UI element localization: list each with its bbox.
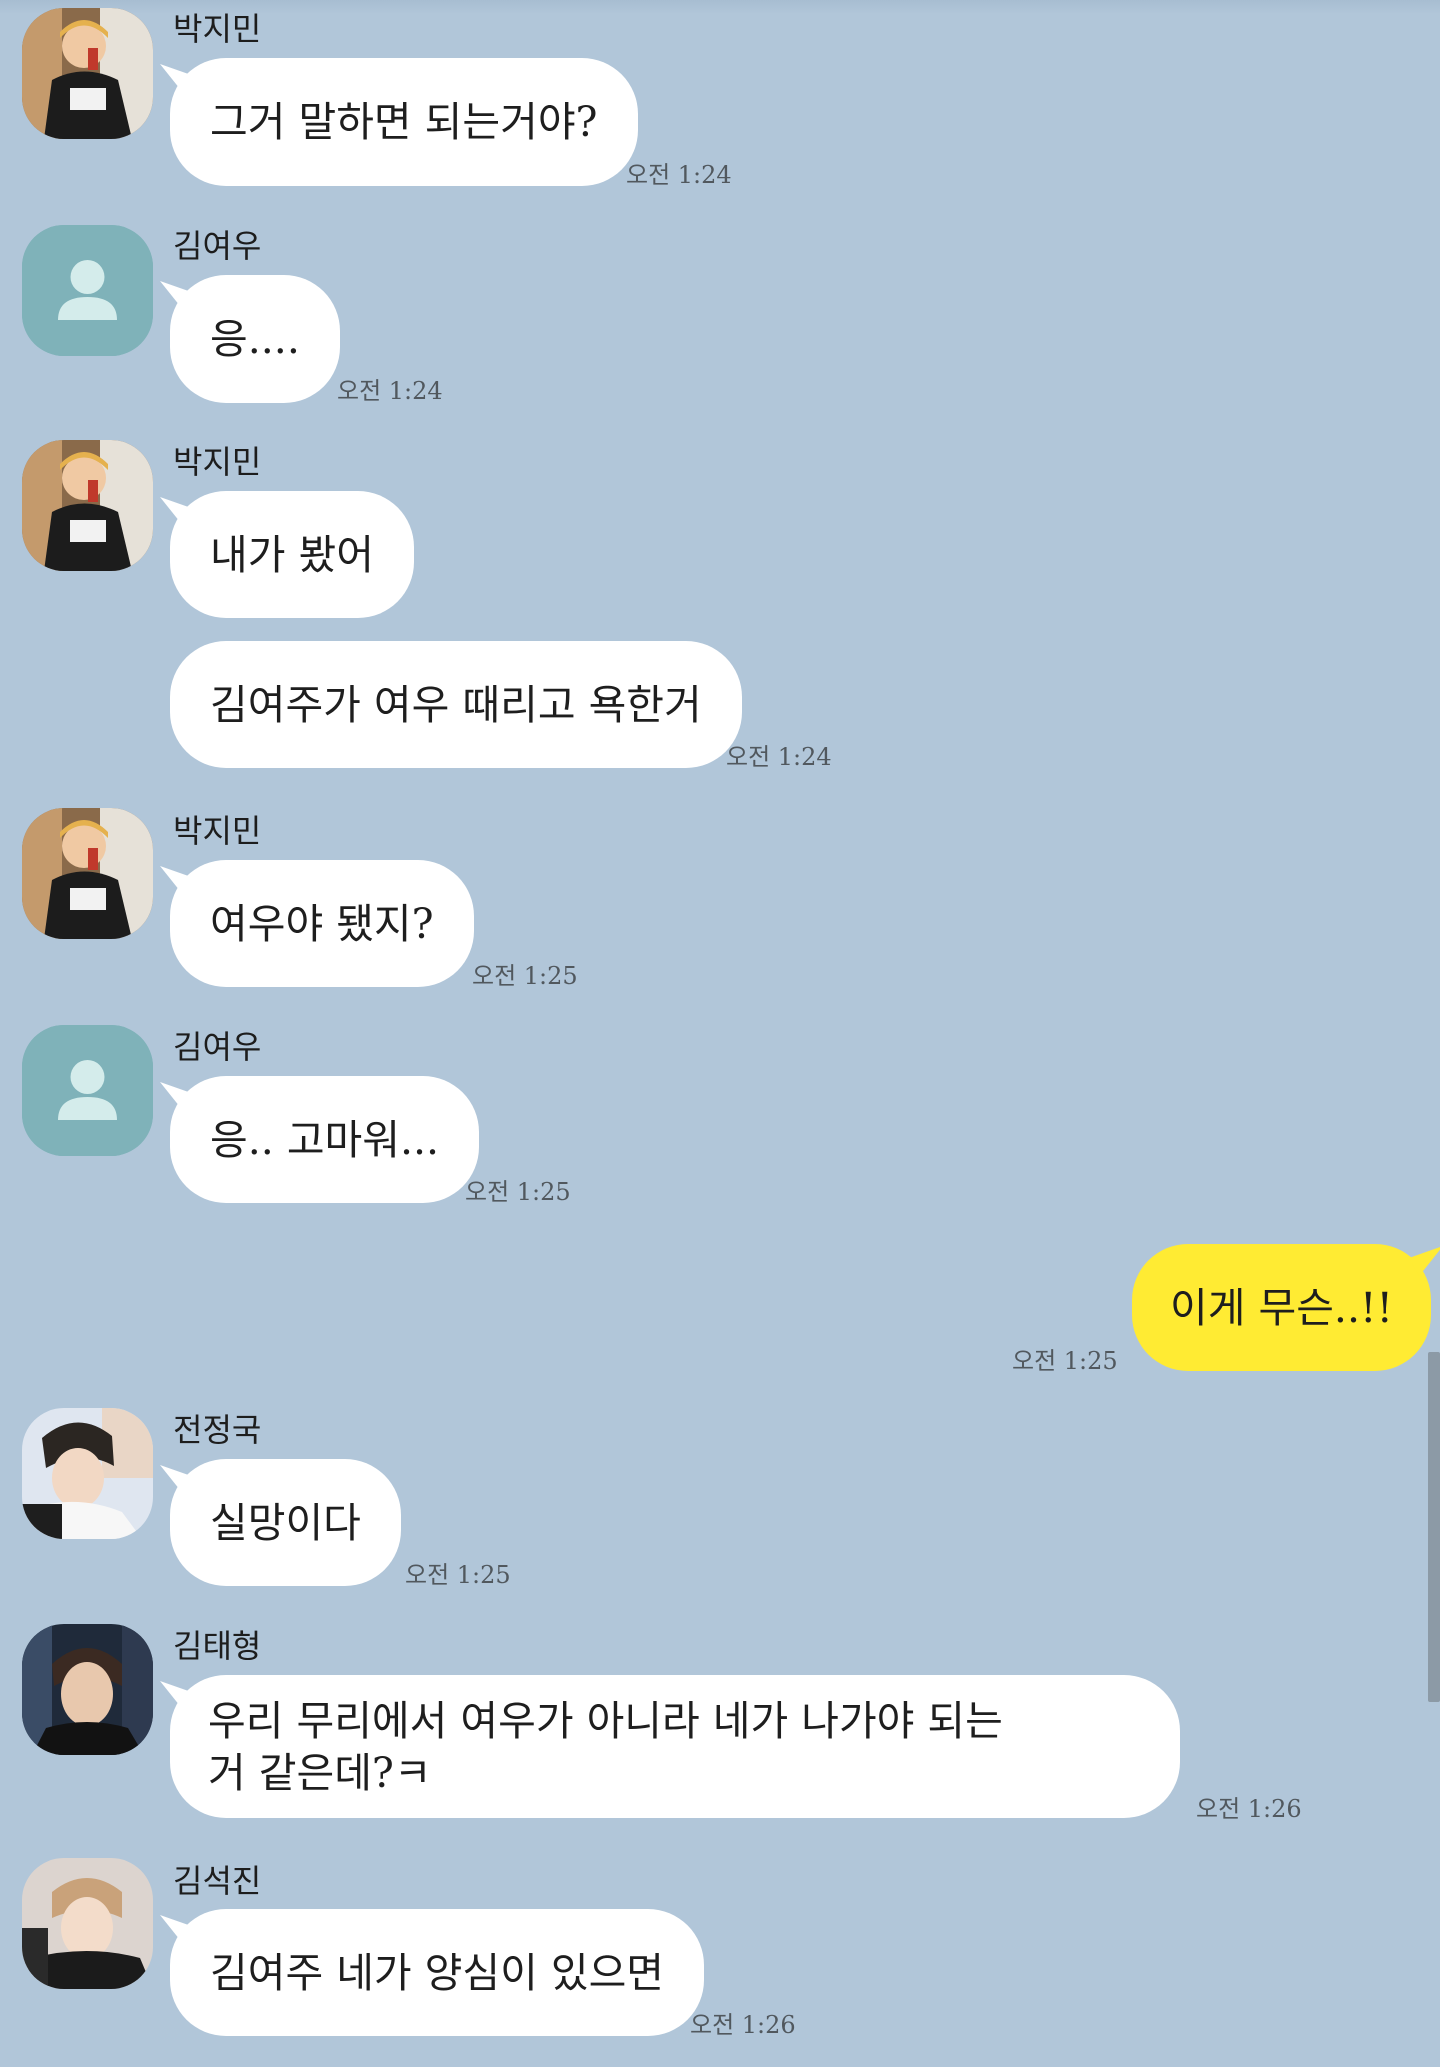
default-person-icon [22,225,153,356]
jimin-avatar[interactable] [22,440,153,571]
jimin-avatar[interactable] [22,8,153,139]
message-text: 내가 봤어 [210,530,374,579]
my-message-bubble[interactable]: 이게 무슨..!! [1132,1244,1431,1371]
message-time: 오전 1:25 [1012,1347,1118,1375]
message-time: 오전 1:25 [465,1178,571,1206]
message-text: 여우야 됐지? [210,899,434,948]
taehyung-photo-avatar-icon [22,1624,153,1755]
message-bubble[interactable]: 여우야 됐지? [170,860,474,987]
message-text: 김여주 네가 양심이 있으면 [210,1948,665,1997]
message-time: 오전 1:25 [405,1561,511,1589]
seokjin-avatar[interactable] [22,1858,153,1989]
jimin-photo-avatar-icon [22,808,153,939]
message-time: 오전 1:26 [690,2011,796,2039]
jungkook-photo-avatar-icon [22,1408,153,1539]
message-bubble[interactable]: 김여주 네가 양심이 있으면 [170,1909,705,2036]
scrollbar[interactable] [1428,1352,1440,1702]
chat-room[interactable]: 박지민 그거 말하면 되는거야? 오전 1:24 김여우 응.... 오전 1:… [0,0,1440,2067]
kimyeowoo-avatar[interactable] [22,225,153,356]
jimin-avatar[interactable] [22,808,153,939]
message-time: 오전 1:25 [472,962,578,990]
message-bubble[interactable]: 응.... [170,275,340,403]
sender-name: 김여우 [173,1028,262,1066]
sender-name: 박지민 [173,443,262,481]
message-time: 오전 1:24 [726,743,832,771]
kimyeowoo-avatar[interactable] [22,1025,153,1156]
default-person-icon [22,1025,153,1156]
message-bubble[interactable]: 내가 봤어 [170,491,414,618]
sender-name: 김석진 [173,1862,262,1900]
message-time: 오전 1:24 [337,377,443,405]
sender-name: 박지민 [173,10,262,48]
message-text: 이게 무슨..!! [1170,1283,1393,1332]
message-bubble[interactable]: 우리 무리에서 여우가 아니라 네가 나가야 되는거 같은데?ㅋ [170,1675,1180,1818]
sender-name: 김여우 [173,227,262,265]
jungkook-avatar[interactable] [22,1408,153,1539]
message-text: 우리 무리에서 여우가 아니라 네가 나가야 되는거 같은데?ㅋ [208,1696,1003,1797]
message-bubble[interactable]: 응.. 고마워... [170,1076,480,1203]
message-bubble[interactable]: 그거 말하면 되는거야? [170,58,638,186]
sender-name: 박지민 [173,812,262,850]
message-time: 오전 1:26 [1196,1795,1302,1823]
message-bubble[interactable]: 실망이다 [170,1459,401,1586]
message-text: 실망이다 [210,1498,361,1547]
sender-name: 전정국 [173,1411,262,1449]
message-bubble[interactable]: 김여주가 여우 때리고 욕한거 [170,641,742,768]
message-text: 김여주가 여우 때리고 욕한거 [210,680,702,729]
sender-name: 김태형 [173,1627,262,1665]
message-text: 그거 말하면 되는거야? [210,98,598,146]
message-text: 응.... [210,315,300,363]
taehyung-avatar[interactable] [22,1624,153,1755]
seokjin-photo-avatar-icon [22,1858,153,1989]
message-text: 응.. 고마워... [210,1115,440,1164]
message-time: 오전 1:24 [626,161,732,189]
jimin-photo-avatar-icon [22,440,153,571]
jimin-photo-avatar-icon [22,8,153,139]
